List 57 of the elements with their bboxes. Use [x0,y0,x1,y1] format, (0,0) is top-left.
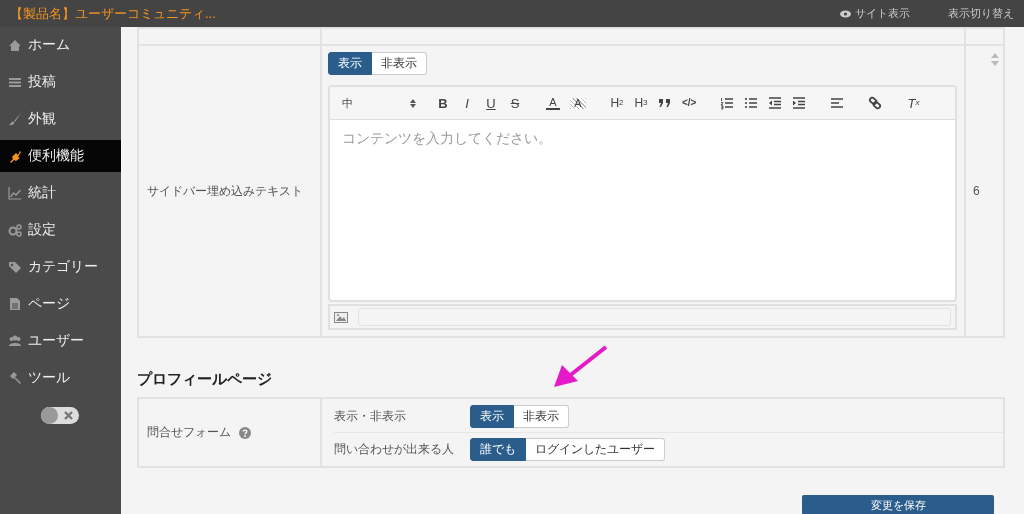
header-link[interactable]: サイト表示 [840,6,910,21]
header-link[interactable]: 表示切り替え [948,6,1014,21]
option-label: 表示・非表示 [334,407,407,425]
help-icon[interactable] [239,426,251,439]
image-icon[interactable] [334,311,348,323]
segment-button[interactable]: ログインしたユーザー [526,437,665,461]
arrow-annotation [552,345,608,389]
plug-icon [8,149,22,163]
outdent-icon[interactable] [768,96,783,110]
segment-button[interactable]: 非表示 [514,404,569,428]
sidebar-item[interactable]: 統計 [0,177,121,209]
sidebar-item[interactable]: 投稿 [0,66,121,98]
gears-icon [8,223,22,237]
option-label: 問い合わせが出来る人 [334,440,455,458]
x-icon [64,411,73,420]
segment-button[interactable]: 表示 [328,52,372,75]
hammer-icon [8,371,22,385]
chart-icon [8,186,22,200]
underline-tool[interactable]: U [484,96,498,110]
code-tool[interactable]: </> [682,98,697,108]
users-icon [8,334,22,348]
italic-tool[interactable]: I [460,96,474,110]
toggle-switch[interactable] [41,407,79,424]
segment-button[interactable]: 表示 [470,404,514,428]
sidebar-item[interactable]: ツール [0,362,121,394]
bold-tool[interactable]: B [436,96,450,110]
sidebar-item[interactable]: 外観 [0,103,121,135]
up-down-caret-icon [410,98,416,108]
sidebar-item[interactable]: ページ [0,288,121,320]
strike-tool[interactable]: S [508,96,522,110]
segment-button[interactable]: 誰でも [470,437,526,461]
row-label: サイドバー埋め込みテキスト [138,45,321,337]
section-heading: プロフィールページ [137,370,273,389]
sidebar-item[interactable]: ホーム [0,29,121,61]
sidebar-item[interactable]: カテゴリー [0,251,121,283]
quote-icon[interactable] [658,96,672,110]
save-button[interactable]: 変更を保存 [802,495,994,514]
format-select[interactable]: 中 [342,95,416,111]
ordered-list-icon[interactable] [720,96,735,110]
site-title[interactable]: 【製品名】ユーザーコミュニティ... [10,4,802,23]
row-label: 問合せフォーム [147,425,231,439]
tag-icon [8,260,22,274]
eye-icon [840,9,851,18]
segment-button[interactable]: 非表示 [372,52,427,75]
order-number: 6 [973,184,980,198]
color-tool[interactable]: A [546,96,560,110]
sidebar-item[interactable]: 便利機能 [0,140,121,172]
link-icon[interactable] [868,96,883,110]
sidebar-item[interactable]: ユーザー [0,325,121,357]
list-icon [8,75,22,89]
align-icon[interactable] [830,96,845,110]
sidebar-item[interactable]: 設定 [0,214,121,246]
file-icon [8,297,22,311]
home-icon [8,38,22,52]
indent-icon[interactable] [792,96,807,110]
background-tool[interactable]: A [570,97,586,109]
bullet-list-icon[interactable] [744,96,759,110]
